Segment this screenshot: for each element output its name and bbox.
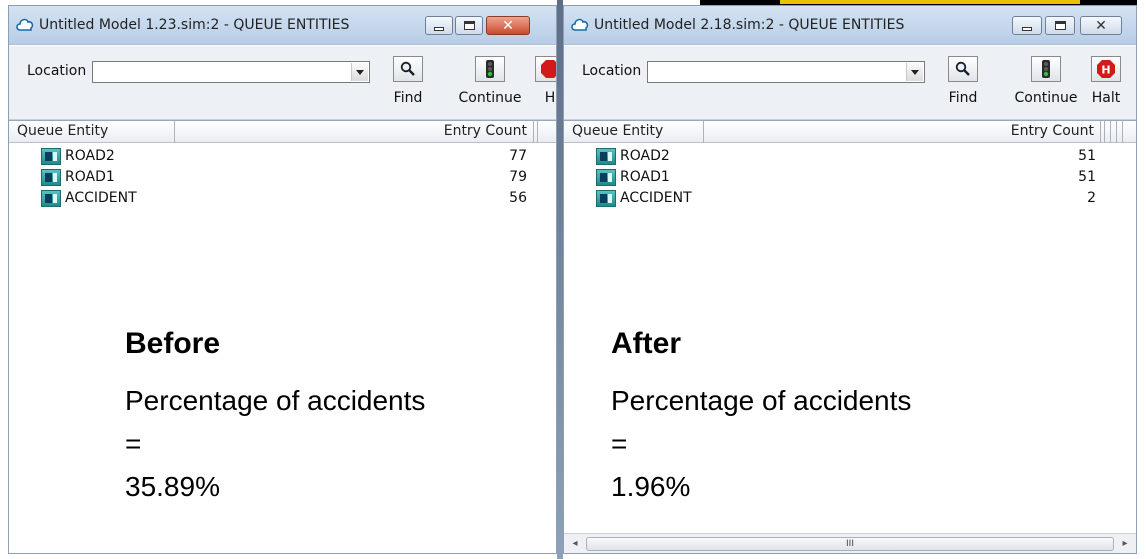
queue-icon [596,148,616,165]
list-item[interactable]: ROAD2 51 [564,146,1136,167]
title-bar[interactable]: Untitled Model 1.23.sim:2 - QUEUE ENTITI… [9,6,556,45]
halt-icon: H [1091,56,1121,82]
entry-count: 51 [1078,169,1096,185]
column-header-queue-entity[interactable]: Queue Entity [9,121,175,143]
entry-count: 51 [1078,148,1096,164]
svg-text:H: H [1101,64,1110,77]
list-item[interactable]: ROAD1 51 [564,167,1136,188]
halt-icon [535,56,556,82]
queue-icon [41,148,61,165]
queue-entities-window-after: Untitled Model 2.18.sim:2 - QUEUE ENTITI… [563,5,1137,554]
traffic-light-icon [475,56,505,82]
magnifier-icon [393,56,423,82]
scrollbar-thumb[interactable]: III [586,537,1114,551]
maximize-button[interactable] [455,16,483,35]
column-header-divider [1119,121,1123,143]
minimize-button[interactable] [425,16,453,35]
queue-entities-window-before: Untitled Model 1.23.sim:2 - QUEUE ENTITI… [8,5,557,554]
queue-icon [41,190,61,207]
find-button[interactable]: Find [373,56,443,112]
toolbar: Location Find Continue H [9,46,556,120]
column-header-divider [1107,121,1111,143]
queue-entity-list: Queue Entity Entry Count ROAD2 51 ROAD1 … [564,120,1136,553]
continue-button[interactable]: Continue [455,56,525,112]
entity-name: ROAD2 [65,148,115,164]
column-header-entry-count[interactable]: Entry Count [175,121,534,143]
entry-count: 2 [1087,190,1096,206]
minimize-icon [1022,27,1032,31]
entry-count: 77 [509,148,527,164]
queue-icon [596,190,616,207]
halt-label: Halt [1091,90,1121,106]
background-strip [1137,0,1146,559]
app-cloud-icon [16,18,34,31]
list-item[interactable]: ACCIDENT 56 [9,188,556,209]
close-button[interactable]: ✕ [1080,16,1122,35]
halt-button[interactable]: H Halt [1074,56,1136,112]
queue-entity-list: Queue Entity Entry Count ROAD2 77 ROAD1 … [9,120,556,553]
halt-button[interactable]: H [528,56,556,112]
continue-button[interactable]: Continue [1011,56,1081,112]
location-combobox[interactable] [647,61,925,83]
minimize-button[interactable] [1012,16,1042,35]
queue-icon [596,169,616,186]
continue-label: Continue [458,90,522,106]
entry-count: 56 [509,190,527,206]
toolbar: Location Find Continue H Halt [564,46,1136,120]
continue-label: Continue [1014,90,1078,106]
magnifier-icon [948,56,978,82]
window-title: Untitled Model 1.23.sim:2 - QUEUE ENTITI… [39,17,350,33]
column-header-queue-entity[interactable]: Queue Entity [564,121,704,143]
app-cloud-icon [571,18,589,31]
maximize-button[interactable] [1045,16,1075,35]
caption-text: Percentage of accidents [125,385,426,416]
caption-text: Percentage of accidents [611,385,912,416]
column-header-divider [534,121,538,143]
close-icon: ✕ [1095,17,1107,34]
scroll-right-icon[interactable]: ▸ [1117,536,1133,552]
entity-name: ACCIDENT [620,190,692,206]
list-header: Queue Entity Entry Count [564,121,1136,143]
scroll-left-icon[interactable]: ◂ [567,536,583,552]
traffic-light-icon [1031,56,1061,82]
close-icon: ✕ [502,17,514,34]
chevron-down-icon[interactable] [906,63,923,81]
location-combobox[interactable] [92,61,370,83]
halt-label: H [544,90,556,106]
list-header: Queue Entity Entry Count [9,121,556,143]
find-label: Find [948,90,978,106]
caption-equals: = [125,428,142,459]
entity-name: ACCIDENT [65,190,137,206]
close-button[interactable]: ✕ [486,16,530,35]
maximize-icon [1054,21,1066,30]
column-header-divider [1101,121,1105,143]
find-button[interactable]: Find [928,56,998,112]
entry-count: 79 [509,169,527,185]
entity-name: ROAD1 [620,169,670,185]
caption-title: After [611,327,682,360]
caption-equals: = [611,428,628,459]
entity-name: ROAD1 [65,169,115,185]
caption-percentage: 35.89% [125,471,220,502]
maximize-icon [463,21,475,30]
column-header-entry-count[interactable]: Entry Count [704,121,1101,143]
list-item[interactable]: ROAD2 77 [9,146,556,167]
entity-name: ROAD2 [620,148,670,164]
list-item[interactable]: ROAD1 79 [9,167,556,188]
chevron-down-icon[interactable] [351,63,368,81]
list-item[interactable]: ACCIDENT 2 [564,188,1136,209]
title-bar[interactable]: Untitled Model 2.18.sim:2 - QUEUE ENTITI… [564,6,1136,45]
location-label: Location [582,63,642,79]
minimize-icon [434,27,444,31]
queue-icon [41,169,61,186]
find-label: Find [393,90,423,106]
caption-percentage: 1.96% [611,471,691,502]
window-title: Untitled Model 2.18.sim:2 - QUEUE ENTITI… [594,17,905,33]
caption-title: Before [125,327,221,360]
column-header-divider [1113,121,1117,143]
horizontal-scrollbar[interactable]: ◂ III ▸ [564,533,1136,553]
location-label: Location [27,63,87,79]
